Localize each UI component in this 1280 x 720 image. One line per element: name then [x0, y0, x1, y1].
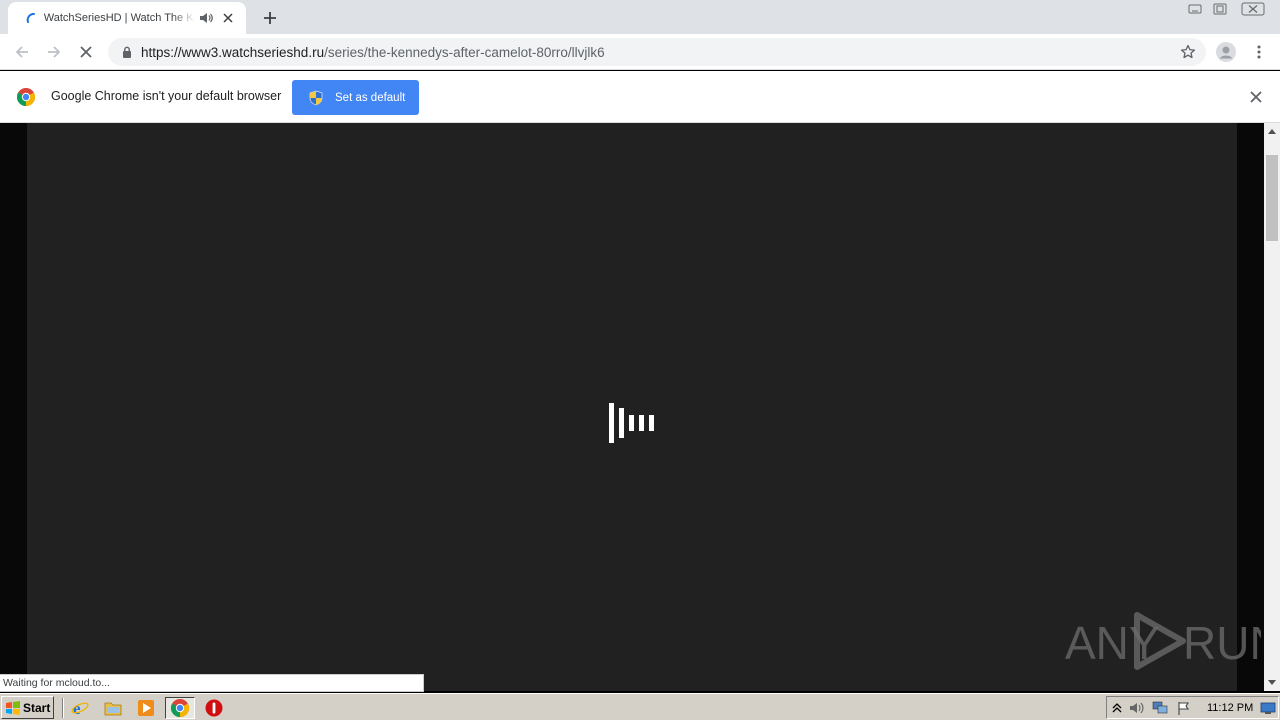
tab-close-icon[interactable]: [220, 10, 236, 26]
close-icon: [1241, 2, 1265, 16]
start-label: Start: [23, 700, 51, 715]
forward-button[interactable]: [40, 38, 68, 66]
show-hidden-icons-icon[interactable]: [1109, 700, 1125, 716]
tab-title: WatchSeriesHD | Watch The Kennedys After…: [43, 12, 196, 24]
menu-button[interactable]: [1245, 38, 1273, 66]
set-as-default-button[interactable]: Set as default: [292, 80, 419, 115]
arrow-left-icon: [15, 46, 28, 58]
scroll-thumb[interactable]: [1266, 155, 1278, 241]
url-path: /series/the-kennedys-after-camelot-80rro…: [324, 44, 605, 60]
infobar-message: Google Chrome isn't your default browser: [51, 89, 282, 103]
page-content: ANY RUN Waiting for mcloud.to...: [0, 123, 1264, 692]
scroll-up-icon[interactable]: [1264, 123, 1280, 139]
media-player-icon[interactable]: [135, 697, 157, 719]
video-player[interactable]: ANY RUN: [27, 123, 1261, 691]
kebab-icon: [1257, 45, 1261, 59]
set-as-default-label: Set as default: [335, 91, 406, 104]
default-browser-infobar: Google Chrome isn't your default browser…: [0, 71, 1280, 123]
opera-icon[interactable]: [203, 697, 225, 719]
close-icon: [80, 46, 92, 58]
avatar-icon: [1216, 42, 1236, 62]
internet-explorer-icon[interactable]: e: [69, 697, 91, 719]
windows-taskbar: Start e 11:12 PM: [0, 693, 1280, 720]
back-button[interactable]: [8, 38, 36, 66]
browser-tab[interactable]: WatchSeriesHD | Watch The Kennedys After…: [8, 2, 246, 34]
minimize-icon: [1188, 4, 1202, 14]
new-tab-button[interactable]: [259, 7, 281, 29]
taskbar-clock[interactable]: 11:12 PM: [1207, 702, 1253, 714]
lock-icon[interactable]: [120, 45, 134, 59]
volume-icon[interactable]: [1129, 700, 1145, 716]
chrome-icon: [171, 699, 189, 717]
stop-button[interactable]: [72, 38, 100, 66]
anyrun-watermark: ANY RUN: [1065, 612, 1261, 670]
folder-icon[interactable]: [102, 697, 124, 719]
status-bubble: Waiting for mcloud.to...: [0, 674, 424, 692]
plus-icon: [264, 12, 276, 24]
chrome-taskbar-button[interactable]: [165, 697, 195, 719]
watermark-run-text: RUN: [1183, 617, 1261, 669]
browser-toolbar: https://www3.watchserieshd.ru/series/the…: [0, 34, 1280, 70]
show-desktop-icon[interactable]: [1260, 700, 1276, 716]
system-tray: 11:12 PM: [1106, 696, 1279, 719]
uac-shield-icon: [309, 90, 323, 105]
arrow-right-icon: [48, 46, 61, 58]
window-close-button[interactable]: [1234, 0, 1272, 18]
address-bar[interactable]: https://www3.watchserieshd.ru/series/the…: [108, 38, 1206, 66]
chrome-icon: [17, 88, 35, 106]
taskbar-separator: [62, 698, 64, 718]
network-icon[interactable]: [1152, 700, 1168, 716]
url-host: https://www3.watchserieshd.ru: [141, 44, 325, 60]
scroll-down-icon[interactable]: [1264, 675, 1280, 691]
windows-flag-icon: [6, 700, 20, 715]
star-icon[interactable]: [1180, 44, 1196, 60]
restore-button[interactable]: [1208, 0, 1232, 18]
loading-bars-icon: [609, 403, 654, 443]
restore-icon: [1213, 3, 1227, 15]
url-text[interactable]: https://www3.watchserieshd.ru/series/the…: [141, 45, 605, 60]
minimize-button[interactable]: [1183, 0, 1207, 18]
action-center-flag-icon[interactable]: [1176, 700, 1192, 716]
start-button[interactable]: Start: [1, 696, 54, 719]
tab-strip: WatchSeriesHD | Watch The Kennedys After…: [0, 0, 1280, 34]
close-icon[interactable]: [1248, 89, 1264, 105]
page-scrollbar[interactable]: [1264, 123, 1280, 691]
speaker-icon[interactable]: [198, 10, 214, 26]
loading-spinner-icon: [24, 10, 40, 26]
profile-button[interactable]: [1212, 38, 1240, 66]
